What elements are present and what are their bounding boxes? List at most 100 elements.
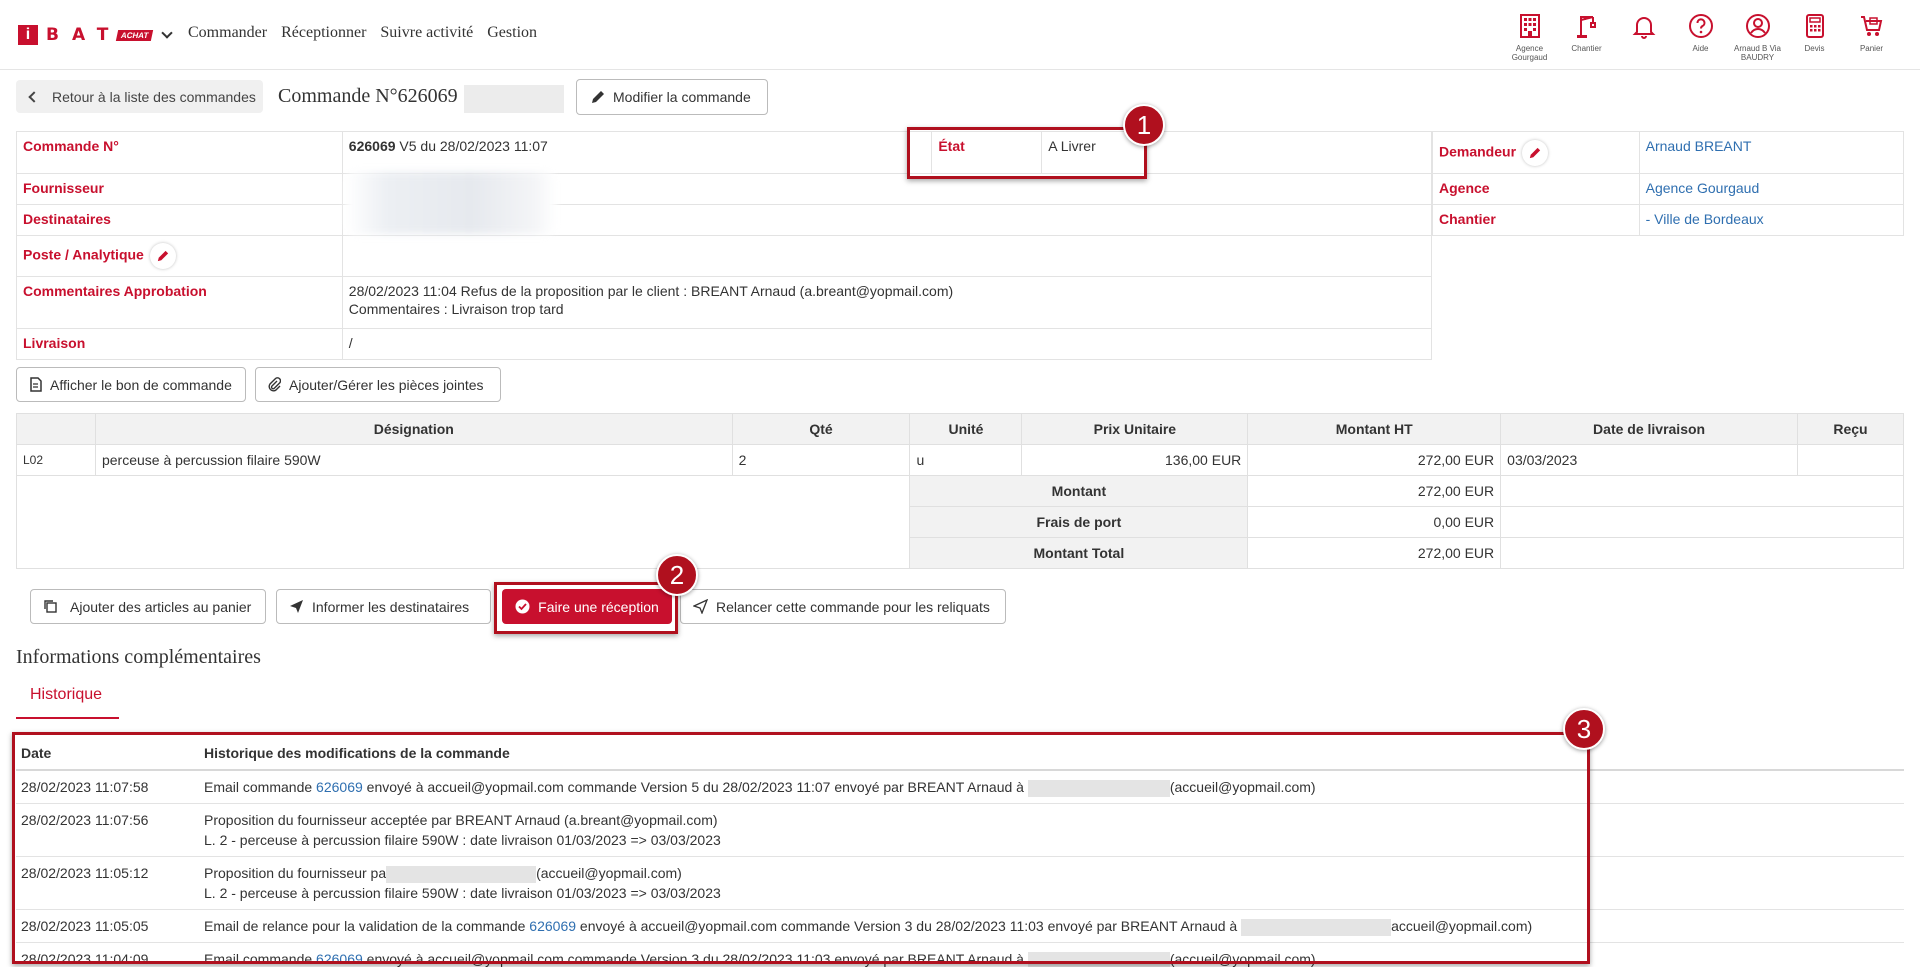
chantier-value[interactable]: - Ville de Bordeaux: [1638, 204, 1905, 236]
annotation-badge-2: 2: [656, 554, 698, 596]
logo-i: i: [18, 25, 38, 45]
cell-qte: 2: [731, 444, 911, 476]
add-to-cart-label: Ajouter des articles au panier: [70, 598, 252, 615]
ibat-logo[interactable]: i BAT ACHAT: [18, 25, 173, 45]
crane-icon: [1576, 16, 1596, 38]
header-agency[interactable]: Agence Gourgaud: [1501, 12, 1558, 62]
agency-label: Agence Gourgaud: [1511, 44, 1548, 62]
modify-order-button[interactable]: Modifier la commande: [576, 79, 768, 115]
page-title: Commande N°626069: [278, 85, 458, 107]
annotation-badge-1: 1: [1123, 104, 1165, 146]
empty-summary-area: [15, 475, 911, 569]
header-notifications[interactable]: [1615, 12, 1672, 62]
bell-icon: [1632, 17, 1655, 39]
redacted-supplier: [346, 172, 556, 234]
header-help[interactable]: Aide: [1672, 12, 1729, 62]
nav-suivre-activite[interactable]: Suivre activité: [380, 24, 473, 42]
send-icon: [290, 600, 303, 613]
remind-order-label: Relancer cette commande pour les reliqua…: [716, 598, 990, 615]
fournisseur-label: Fournisseur: [16, 173, 343, 205]
cell-prix: 136,00 EUR: [1021, 444, 1249, 476]
cell-designation: perceuse à percussion filaire 590W: [94, 444, 733, 476]
pencil-icon: [157, 250, 168, 262]
agence-label: Agence: [1432, 173, 1640, 205]
annotation-badge-3: 3: [1563, 708, 1605, 750]
montant-empty: [1500, 475, 1904, 507]
col-date: Date de livraison: [1500, 413, 1798, 445]
cell-unite: u: [909, 444, 1023, 476]
articles-table: Désignation Qté Unité Prix Unitaire Mont…: [15, 413, 1904, 569]
edit-poste-button[interactable]: [149, 243, 176, 269]
commande-value: 626069 V5 du 28/02/2023 11:07: [341, 131, 933, 174]
frais-label: Frais de port: [909, 506, 1249, 538]
header-cart[interactable]: Panier: [1843, 12, 1900, 62]
order-info-right-table: Demandeur Arnaud BREANT Agence Agence Go…: [1432, 131, 1905, 236]
nav-commander[interactable]: Commander: [188, 24, 267, 42]
pencil-icon: [592, 91, 604, 103]
copy-icon: [44, 600, 57, 613]
destinataires-label: Destinataires: [16, 204, 343, 236]
cell-date: 03/03/2023: [1500, 444, 1798, 476]
nav-receptionner[interactable]: Réceptionner: [281, 24, 366, 42]
add-to-cart-button[interactable]: Ajouter des articles au panier: [30, 589, 266, 624]
poste-label: Poste / Analytique: [23, 246, 144, 263]
comm-appro-line2: Commentaires : Livraison trop tard: [348, 301, 564, 317]
cart-label: Panier: [1859, 44, 1884, 53]
tab-historique[interactable]: Historique: [16, 683, 119, 719]
demandeur-label: Demandeur: [1439, 143, 1517, 160]
demandeur-value[interactable]: Arnaud BREANT: [1638, 131, 1905, 174]
back-to-list-button[interactable]: Retour à la liste des commandes: [16, 80, 263, 113]
help-icon: [1688, 14, 1713, 38]
header-devis[interactable]: Devis: [1786, 12, 1843, 62]
total-empty: [1500, 537, 1904, 569]
cell-recu: [1797, 444, 1904, 476]
inform-recipients-label: Informer les destinataires: [312, 598, 470, 615]
logo-bat: BAT: [46, 25, 122, 45]
frais-value: 0,00 EUR: [1247, 506, 1502, 538]
nav-gestion[interactable]: Gestion: [487, 24, 537, 42]
col-recu: Reçu: [1797, 413, 1904, 445]
cell-montant: 272,00 EUR: [1247, 444, 1502, 476]
col-ligne: [16, 413, 96, 445]
commande-label: Commande N°: [16, 131, 343, 174]
comm-appro-value: 28/02/2023 11:04 Refus de la proposition…: [341, 276, 1433, 329]
pencil-icon: [1529, 147, 1541, 158]
montant-row: Montant 272,00 EUR: [15, 475, 1904, 569]
col-qte: Qté: [731, 413, 911, 445]
col-designation: Désignation: [94, 413, 733, 445]
table-row: L02 perceuse à percussion filaire 590W 2…: [16, 444, 1904, 476]
edit-demandeur-button[interactable]: [1522, 139, 1549, 166]
poste-value: [341, 235, 1433, 277]
header-chantier[interactable]: Chantier: [1558, 12, 1615, 62]
livraison-label: Livraison: [16, 328, 343, 360]
frais-empty: [1500, 506, 1904, 538]
user-icon: [1745, 14, 1770, 38]
header-user[interactable]: Arnaud B Via BAUDRY: [1729, 12, 1786, 62]
chantier-label: Chantier: [1432, 204, 1640, 236]
paperclip-icon: [268, 377, 281, 392]
agency-icon: [1519, 14, 1540, 38]
logo-achat-badge: ACHAT: [116, 29, 154, 41]
commande-version: V5 du 28/02/2023 11:07: [395, 138, 548, 154]
top-bar: i BAT ACHAT Commander Réceptionner Suivr…: [0, 0, 1920, 70]
livraison-value: /: [341, 328, 1433, 360]
chevron-down-icon[interactable]: [161, 26, 173, 39]
show-order-form-button[interactable]: Afficher le bon de commande: [16, 367, 246, 402]
order-info-table: Commande N° 626069 V5 du 28/02/2023 11:0…: [16, 131, 1433, 360]
remind-order-button[interactable]: Relancer cette commande pour les reliqua…: [680, 589, 1006, 624]
montant-label: Montant: [909, 475, 1249, 507]
user-label: Arnaud B Via BAUDRY: [1734, 44, 1781, 62]
additional-info-title: Informations complémentaires: [16, 646, 261, 668]
col-unite: Unité: [909, 413, 1023, 445]
annotation-box-1: [907, 127, 1147, 179]
manage-attachments-label: Ajouter/Gérer les pièces jointes: [289, 376, 484, 393]
inform-recipients-button[interactable]: Informer les destinataires: [276, 589, 491, 624]
demandeur-cell: Demandeur: [1432, 131, 1640, 174]
agence-value[interactable]: Agence Gourgaud: [1638, 173, 1905, 205]
back-label: Retour à la liste des commandes: [52, 88, 256, 105]
montant-value: 272,00 EUR: [1247, 475, 1502, 507]
manage-attachments-button[interactable]: Ajouter/Gérer les pièces jointes: [255, 367, 501, 402]
cart-icon: [1860, 16, 1882, 36]
commande-num: 626069: [348, 138, 396, 154]
annotation-box-2: [494, 582, 678, 634]
